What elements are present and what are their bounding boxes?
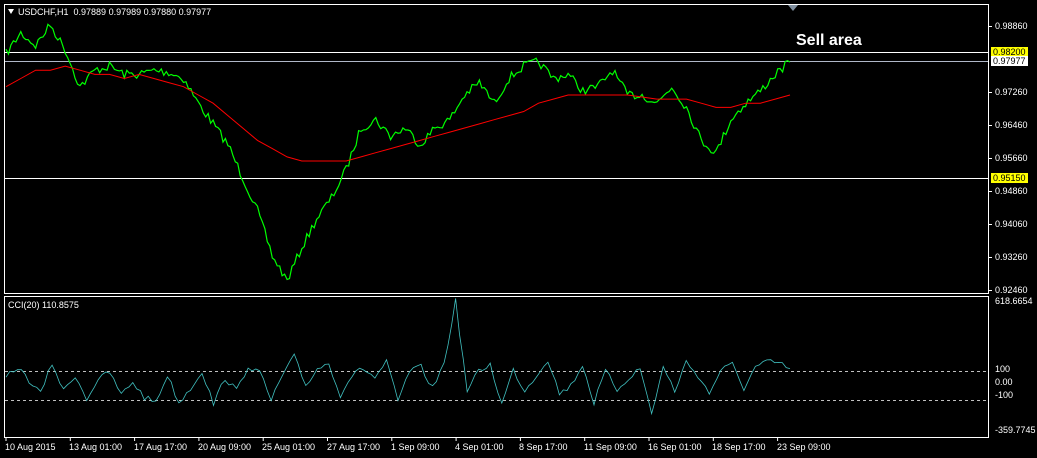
cci-y-tick-label: -100 <box>995 390 1014 400</box>
x-tick-label: 8 Sep 17:00 <box>519 442 568 452</box>
y-tick-label: 0.93260 <box>995 252 1028 262</box>
symbol-label: USDCHF,H1 <box>18 7 69 17</box>
chart-shift-marker <box>788 5 798 11</box>
price-chart-canvas[interactable] <box>0 0 1037 458</box>
y-tick-label: 0.94860 <box>995 186 1028 196</box>
price-line <box>5 23 791 281</box>
cci-y-tick-label: 100 <box>995 364 1011 374</box>
trading-terminal: USDCHF,H1 0.97889 0.97989 0.97880 0.9797… <box>0 0 1037 458</box>
x-tick-label: 17 Aug 17:00 <box>134 442 188 452</box>
x-tick-label: 23 Sep 09:00 <box>777 442 831 452</box>
ohlc-values: 0.97889 0.97989 0.97880 0.97977 <box>73 7 212 17</box>
y-tick-label: 0.92460 <box>995 285 1028 295</box>
sell-area-annotation: Sell area <box>796 32 862 49</box>
indicator-panel-frame <box>4 296 989 438</box>
y-tick-label: 0.94060 <box>995 219 1028 229</box>
current-price-tag: 0.97977 <box>991 56 1028 66</box>
x-tick-label: 20 Aug 09:00 <box>198 442 252 452</box>
cci-y-tick-label: 618.6654 <box>995 296 1033 306</box>
x-tick-label: 18 Sep 17:00 <box>712 442 766 452</box>
x-tick-label: 10 Aug 2015 <box>5 442 56 452</box>
cci-line <box>5 298 791 416</box>
main-panel-header: USDCHF,H1 0.97889 0.97989 0.97880 0.9797… <box>8 7 211 17</box>
x-tick-label: 27 Aug 17:00 <box>327 442 381 452</box>
x-tick-label: 13 Aug 01:00 <box>69 442 123 452</box>
cci-y-tick-label: -359.7745 <box>995 425 1036 435</box>
y-tick-label: 0.97260 <box>995 87 1028 97</box>
cci-y-tick-label: 0.00 <box>995 377 1013 387</box>
x-tick-label: 1 Sep 09:00 <box>391 442 440 452</box>
x-tick-label: 4 Sep 01:00 <box>455 442 504 452</box>
x-tick-label: 11 Sep 09:00 <box>584 442 637 452</box>
support-price-tag: 0.95150 <box>991 173 1028 183</box>
moving-average-line <box>5 65 791 162</box>
indicator-panel-header: CCI(20) 110.8575 <box>8 300 79 310</box>
y-tick-label: 0.98860 <box>995 21 1028 31</box>
triangle-down-icon[interactable] <box>8 9 14 14</box>
y-tick-label: 0.96460 <box>995 120 1028 130</box>
x-tick-label: 25 Aug 01:00 <box>262 442 316 452</box>
x-tick-label: 16 Sep 01:00 <box>648 442 702 452</box>
y-tick-label: 0.95660 <box>995 153 1028 163</box>
